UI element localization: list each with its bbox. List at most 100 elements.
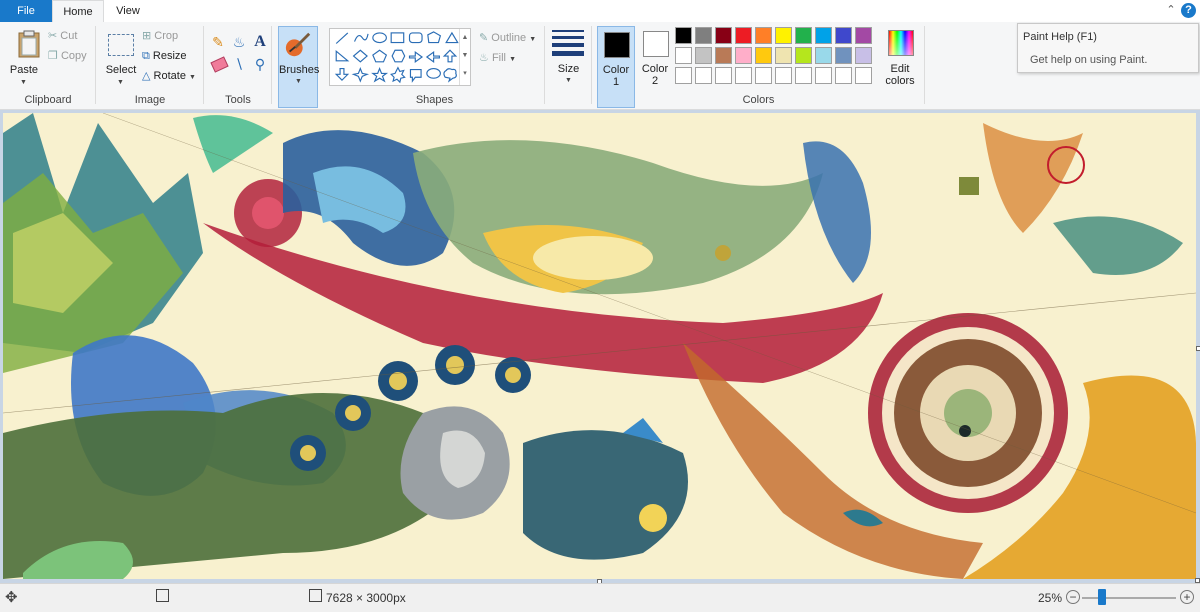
crop-label: Crop	[154, 30, 179, 42]
zoom-slider-thumb[interactable]	[1098, 589, 1106, 605]
paste-button[interactable]: Paste ▼	[4, 24, 44, 88]
collapse-ribbon-icon[interactable]: ⌃	[1164, 3, 1178, 17]
color2-label-line2: 2	[651, 75, 659, 87]
palette-swatch[interactable]	[695, 27, 712, 44]
palette-swatch[interactable]	[815, 47, 832, 64]
brushes-button[interactable]: Brushes ▼	[278, 26, 320, 108]
palette-swatch[interactable]	[855, 47, 872, 64]
crop-button[interactable]: ⊞ Crop	[142, 28, 178, 44]
palette-swatch[interactable]	[675, 47, 692, 64]
palette-swatch[interactable]	[735, 27, 752, 44]
image-size-text: 7628 × 3000px	[326, 591, 406, 605]
zoom-slider[interactable]	[1082, 597, 1176, 599]
color2-label: Color 2	[637, 63, 673, 87]
palette-swatch[interactable]	[835, 27, 852, 44]
rotate-dropdown-icon[interactable]: ▼	[189, 74, 196, 81]
brushes-dropdown-icon[interactable]: ▼	[295, 78, 302, 85]
palette-swatch[interactable]	[795, 27, 812, 44]
palette-swatch[interactable]	[815, 67, 832, 84]
rectangle-shape-icon	[390, 32, 405, 44]
rotate-label: Rotate	[153, 70, 186, 82]
hexagon-shape-icon	[391, 49, 406, 63]
rotate-button[interactable]: △ Rotate ▼	[142, 68, 196, 84]
palette-swatch[interactable]	[855, 67, 872, 84]
palette-swatch[interactable]	[735, 47, 752, 64]
line-shape-icon	[335, 32, 349, 44]
palette-swatch[interactable]	[755, 47, 772, 64]
palette-swatch[interactable]	[795, 67, 812, 84]
edit-colors-button[interactable]: Edit colors	[881, 26, 919, 108]
palette-swatch[interactable]	[715, 47, 732, 64]
fill-button[interactable]: ♨ Fill ▼	[479, 50, 516, 66]
palette-swatch[interactable]	[695, 67, 712, 84]
eraser-icon[interactable]	[210, 56, 229, 73]
palette-swatch[interactable]	[755, 67, 772, 84]
shapes-gallery[interactable]: ▲ ▼ ▾	[329, 28, 471, 86]
magnifier-icon[interactable]: ⚲	[252, 56, 268, 72]
tools-group: ✎ ♨ A ∖ ⚲ Tools	[204, 22, 272, 109]
shapes-gallery-scroll[interactable]: ▲ ▼ ▾	[459, 29, 470, 85]
pencil-icon[interactable]: ✎	[210, 34, 226, 50]
text-icon[interactable]: A	[252, 34, 268, 50]
tab-file[interactable]: File	[0, 0, 52, 22]
cut-label: Cut	[60, 30, 78, 42]
selection-size-icon	[156, 589, 169, 602]
edit-colors-label-line2: colors	[885, 75, 915, 87]
copy-icon: ❐	[48, 50, 58, 62]
cut-button[interactable]: ✂ Cut	[48, 28, 77, 44]
resize-button[interactable]: ⧉ Resize	[142, 48, 187, 64]
brushes-label: Brushes	[279, 64, 320, 76]
palette-swatch[interactable]	[775, 67, 792, 84]
zoom-out-icon[interactable]: −	[1066, 590, 1080, 604]
palette-swatch[interactable]	[835, 67, 852, 84]
tab-view[interactable]: View	[104, 0, 152, 22]
oval-callout-shape-icon	[426, 67, 441, 79]
shapes-group-label: Shapes	[415, 94, 454, 106]
size-group[interactable]: Size ▼	[545, 22, 592, 109]
fill-icon: ♨	[479, 52, 489, 64]
zoom-in-icon[interactable]: +	[1180, 590, 1194, 604]
color1-label: Color 1	[598, 64, 634, 88]
palette-swatch[interactable]	[735, 67, 752, 84]
palette-swatch[interactable]	[675, 67, 692, 84]
select-label: Select	[105, 64, 137, 76]
canvas-resize-handle-right[interactable]	[1196, 346, 1200, 351]
canvas-area[interactable]	[0, 110, 1200, 584]
select-dropdown-icon[interactable]: ▼	[117, 77, 124, 89]
color1-button[interactable]: Color 1	[597, 26, 635, 108]
help-tooltip-description: Get help on using Paint.	[1030, 54, 1148, 66]
palette-swatch[interactable]	[675, 27, 692, 44]
rounded-rectangle-shape-icon	[408, 32, 423, 44]
help-icon[interactable]: ?	[1181, 3, 1196, 18]
palette-swatch[interactable]	[715, 27, 732, 44]
fill-bucket-icon[interactable]: ♨	[231, 34, 247, 50]
color-palette	[675, 27, 883, 89]
color-picker-icon[interactable]: ∖	[231, 56, 247, 72]
outline-dropdown-icon[interactable]: ▼	[529, 36, 536, 43]
palette-swatch[interactable]	[795, 47, 812, 64]
select-icon	[108, 34, 134, 56]
palette-swatch[interactable]	[815, 27, 832, 44]
copy-button[interactable]: ❐ Copy	[48, 48, 87, 64]
outline-button[interactable]: ✎ Outline ▼	[479, 30, 536, 46]
image-size-icon	[309, 589, 322, 602]
tab-home[interactable]: Home	[52, 0, 104, 22]
palette-swatch[interactable]	[755, 27, 772, 44]
palette-swatch[interactable]	[775, 27, 792, 44]
color2-button[interactable]: Color 2	[637, 26, 673, 108]
palette-swatch[interactable]	[715, 67, 732, 84]
palette-swatch[interactable]	[855, 27, 872, 44]
paste-icon	[18, 30, 40, 58]
fill-dropdown-icon[interactable]: ▼	[509, 56, 516, 63]
drawing-canvas[interactable]	[3, 113, 1196, 579]
paste-dropdown-icon[interactable]: ▼	[20, 77, 27, 89]
ribbon-tab-bar: File Home View ⌃ ?	[0, 0, 1200, 23]
edit-colors-label: Edit colors	[881, 63, 919, 87]
palette-swatch[interactable]	[775, 47, 792, 64]
palette-swatch[interactable]	[835, 47, 852, 64]
resize-icon: ⧉	[142, 50, 150, 62]
palette-swatch[interactable]	[695, 47, 712, 64]
edit-colors-label-line1: Edit	[890, 63, 910, 75]
cloud-callout-shape-icon	[443, 68, 457, 83]
select-button[interactable]: Select ▼	[100, 24, 142, 88]
